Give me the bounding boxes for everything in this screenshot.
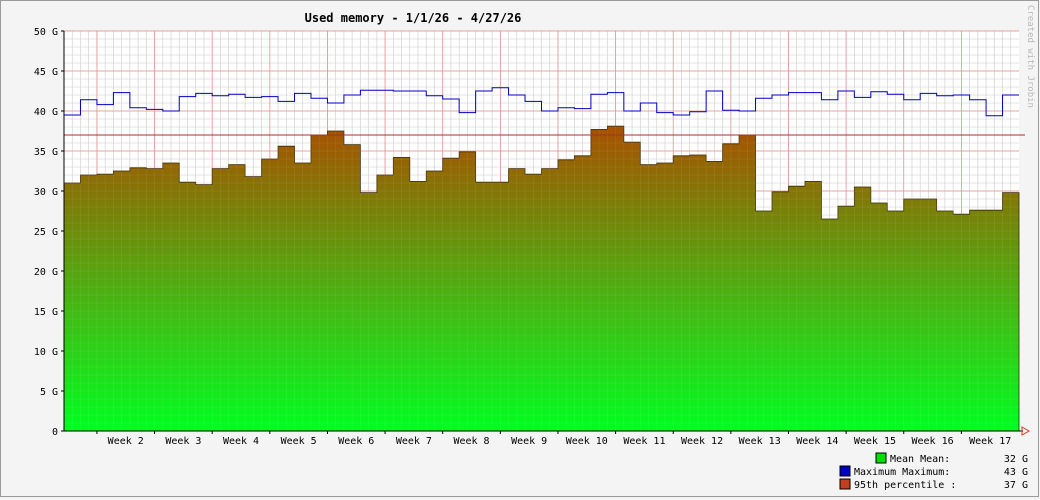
legend-value-percentile: 37 G bbox=[1004, 480, 1028, 491]
x-tick-label: Week 12 bbox=[681, 436, 723, 447]
legend-label-percentile: 95th percentile : bbox=[854, 480, 956, 491]
x-tick-label: Week 17 bbox=[969, 436, 1011, 447]
x-tick-label: Week 14 bbox=[796, 436, 838, 447]
y-tick-label: 30 G bbox=[34, 187, 58, 198]
y-tick-label: 40 G bbox=[34, 107, 58, 118]
chart-canvas: 0 5 G 10 G 15 G 20 G 25 G 30 G 35 G 40 G 45 G 50 G… bbox=[0, 0, 1039, 497]
legend-swatch-mean bbox=[875, 452, 887, 464]
legend-value-mean: 32 G bbox=[1004, 454, 1028, 465]
chart-title: Used memory - 1/1/26 - 4/27/26 bbox=[305, 11, 522, 25]
y-tick-label: 35 G bbox=[34, 147, 58, 158]
watermark: Created with Jrobin bbox=[1025, 5, 1035, 108]
y-tick-label: 50 G bbox=[34, 27, 58, 38]
x-tick-label: Week 7 bbox=[396, 436, 432, 447]
x-tick-label: Week 3 bbox=[165, 436, 201, 447]
x-tick-label: Week 4 bbox=[223, 436, 259, 447]
legend-value-maximum: 43 G bbox=[1004, 467, 1028, 478]
y-tick-label: 15 G bbox=[34, 307, 58, 318]
x-tick-label: Week 13 bbox=[739, 436, 781, 447]
legend-label-mean: Mean Mean: bbox=[890, 454, 950, 465]
x-tick-label: Week 10 bbox=[566, 436, 608, 447]
y-tick-label: 5 G bbox=[40, 387, 58, 398]
y-tick-label: 0 bbox=[52, 427, 58, 438]
legend-swatch-percentile bbox=[839, 478, 851, 490]
x-tick-label: Week 15 bbox=[854, 436, 896, 447]
y-tick-label: 25 G bbox=[34, 227, 58, 238]
x-tick-label: Week 9 bbox=[511, 436, 547, 447]
x-tick-label: Week 8 bbox=[453, 436, 489, 447]
x-tick-label: Week 6 bbox=[338, 436, 374, 447]
x-tick-label: Week 5 bbox=[281, 436, 317, 447]
y-tick-label: 45 G bbox=[34, 67, 58, 78]
x-tick-label: Week 2 bbox=[108, 436, 144, 447]
legend-label-maximum: Maximum Maximum: bbox=[854, 467, 950, 478]
memory-chart: 0 5 G 10 G 15 G 20 G 25 G 30 G 35 G 40 G 45 G 50 G… bbox=[0, 0, 1040, 500]
y-tick-label: 20 G bbox=[34, 267, 58, 278]
x-tick-label: Week 16 bbox=[911, 436, 953, 447]
y-tick-label: 10 G bbox=[34, 347, 58, 358]
legend-swatch-maximum bbox=[839, 465, 851, 477]
x-tick-label: Week 11 bbox=[623, 436, 665, 447]
